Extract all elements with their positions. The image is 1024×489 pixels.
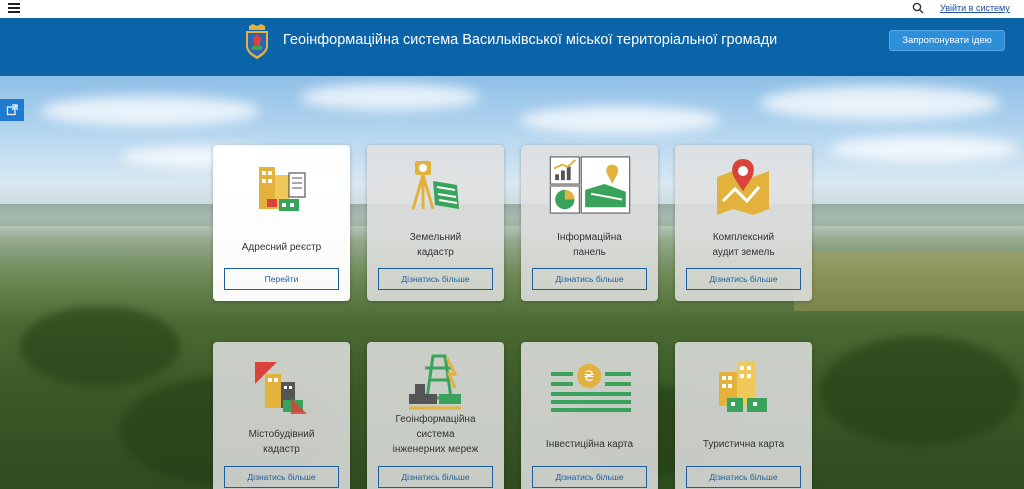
card-land-audit[interactable]: Комплексний аудит земель Дізнатись більш… bbox=[675, 145, 812, 301]
card-land-cadastre[interactable]: Земельний кадастр Дізнатись більше bbox=[367, 145, 504, 301]
engineering-networks-icon bbox=[409, 354, 461, 410]
site-title: Геоінформаційна система Васильківської м… bbox=[283, 32, 778, 48]
card-tourist-map[interactable]: Туристична карта Дізнатись більше bbox=[675, 342, 812, 489]
card-button[interactable]: Дізнатись більше bbox=[532, 268, 647, 290]
investment-map-icon: ₴ bbox=[551, 364, 631, 412]
card-address-registry[interactable]: Адресний реєстр Перейти bbox=[213, 145, 350, 301]
suggest-idea-button[interactable]: Запропонувати ідею bbox=[889, 30, 1005, 51]
card-title: Туристична карта bbox=[702, 439, 785, 450]
card-investment-map[interactable]: ₴ Інвестиційна карта Дізнатись більше bbox=[521, 342, 658, 489]
address-registry-icon bbox=[259, 167, 306, 211]
card-button[interactable]: Дізнатись більше bbox=[686, 268, 801, 290]
search-icon[interactable] bbox=[912, 2, 924, 14]
card-button[interactable]: Дізнатись більше bbox=[378, 268, 493, 290]
card-title: Інвестиційна карта bbox=[545, 439, 634, 450]
tourist-map-icon bbox=[719, 362, 767, 412]
urban-cadastre-icon bbox=[255, 362, 307, 414]
card-button[interactable]: Перейти bbox=[224, 268, 339, 290]
card-button[interactable]: Дізнатись більше bbox=[686, 466, 801, 488]
menu-icon[interactable] bbox=[8, 3, 20, 13]
svg-text:₴: ₴ bbox=[584, 369, 595, 385]
header: Геоінформаційна система Васильківської м… bbox=[0, 18, 1024, 76]
card-title: Комплексний аудит земель bbox=[712, 232, 775, 258]
card-title: Інформаційна панель bbox=[557, 232, 622, 258]
card-title: Геоінформаційна система інженерних мереж bbox=[392, 414, 479, 455]
share-icon[interactable] bbox=[0, 99, 24, 121]
dashboard-icon bbox=[549, 156, 631, 214]
card-dashboard[interactable]: Інформаційна панель Дізнатись більше bbox=[521, 145, 658, 301]
card-button[interactable]: Дізнатись більше bbox=[532, 466, 647, 488]
top-bar: Увійти в систему bbox=[0, 0, 1024, 18]
card-button[interactable]: Дізнатись більше bbox=[378, 466, 493, 488]
hero-background bbox=[0, 76, 1024, 489]
card-engineering-networks[interactable]: Геоінформаційна система інженерних мереж… bbox=[367, 342, 504, 489]
land-audit-icon bbox=[717, 159, 769, 215]
card-title: Містобудівний кадастр bbox=[248, 429, 315, 455]
card-button[interactable]: Дізнатись більше bbox=[224, 466, 339, 488]
card-title: Адресний реєстр bbox=[241, 242, 322, 253]
city-crest-icon bbox=[246, 24, 268, 59]
land-cadastre-icon bbox=[411, 161, 459, 210]
card-urban-cadastre[interactable]: Містобудівний кадастр Дізнатись більше bbox=[213, 342, 350, 489]
card-title: Земельний кадастр bbox=[409, 232, 462, 258]
login-link[interactable]: Увійти в систему bbox=[940, 3, 1010, 13]
